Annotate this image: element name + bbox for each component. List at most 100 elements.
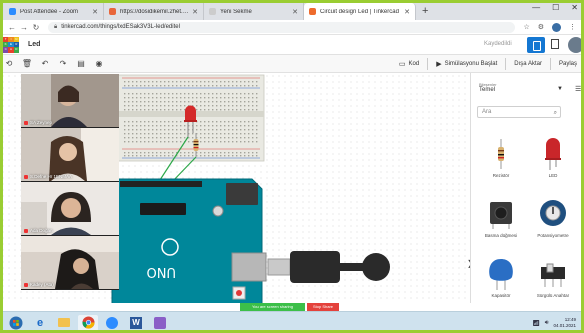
component-search-input[interactable]: Ara ⌕ [477,106,561,118]
code-label: Kod [408,61,420,67]
clock-date: 04.01.2021 [553,323,576,328]
participant-tile[interactable]: Ada Doğan [21,182,119,235]
pushbutton-icon [477,197,525,231]
search-placeholder: Ara [482,109,492,115]
simulate-label: Simülasyonu Başlat [444,61,498,67]
component-label: LED [548,173,558,178]
close-icon[interactable]: ✕ [192,8,198,16]
muted-mic-icon [24,120,28,125]
system-tray: 📶︎ 🔊︎ 12:49 04.01.2021 [532,312,576,333]
participant-tile[interactable]: S.Defne Hr 1ENMAA [21,128,119,181]
participant-tile[interactable]: SA Zeynep [21,74,119,127]
taskbar-app[interactable] [150,315,170,331]
menu-icon[interactable]: ⋮ [569,23,576,31]
component-slide-switch[interactable]: Sürgülü Anahtar [529,257,577,298]
blank-favicon-icon [209,8,216,15]
back-icon[interactable]: ← [6,23,18,32]
muted-mic-icon [24,282,28,287]
divider [427,58,429,70]
play-icon: ▶ [436,61,442,68]
taskbar-explorer[interactable] [54,315,74,331]
screen-share-bar: You are screen sharing Stop Share [240,303,340,311]
taskbar-ie[interactable]: e [30,315,50,331]
undo-icon[interactable]: ↶ [36,59,54,68]
forward-icon[interactable]: → [18,23,30,32]
close-icon[interactable]: ✕ [404,8,410,16]
new-tab-button[interactable]: + [422,3,428,20]
taskbar-chrome[interactable] [78,314,98,331]
tab-label: https://dosidikemil.2het.com/?? [120,8,190,15]
tinkercad-header: TIN KER CAD Led Kaydedildi [0,35,584,55]
component-potentiometer[interactable]: Potansiyometre [529,197,577,238]
minimize-icon[interactable]: — [532,3,540,12]
component-label: Rezistör [492,173,510,178]
start-button[interactable] [6,315,26,331]
code-icon: ▭ [398,61,406,68]
window-controls: — ☐ ✕ [532,3,578,12]
stop-share-button[interactable]: Stop Share [307,303,340,311]
chrome-icon [81,316,95,329]
component-label: Kapasitör [491,293,511,298]
circuit-view-button[interactable] [527,37,545,53]
close-icon[interactable]: ✕ [92,8,98,16]
filter-select[interactable]: Temel [479,87,495,93]
led-icon [529,137,577,171]
component-label: Basma düğmesi [484,233,518,238]
url-input[interactable]: 🔒︎ tinkercad.com/things/lxdESak3V3L-led/… [48,21,516,33]
rotate-icon[interactable]: ⟲ [0,59,18,68]
chevron-down-icon[interactable]: ▼ [557,86,563,92]
tab-tinkercad[interactable]: Circuit design Led | Tinkercad ✕ [304,3,416,20]
volume-icon[interactable]: 🔊︎ [545,320,549,327]
taskbar-word[interactable]: W [126,315,146,331]
saved-status: Kaydedildi [484,41,512,47]
video-call-gallery[interactable]: SA Zeynep S.Defne Hr 1ENMAA Ada Doğan Ka… [21,74,119,290]
user-avatar[interactable] [568,37,584,53]
participant-name: Kadey (Ata) [24,282,54,287]
close-icon[interactable]: ✕ [292,8,298,16]
star-icon[interactable]: ☆ [523,23,529,31]
participant-name: Ada Doğan [24,228,53,233]
tinkercad-favicon-icon [309,8,316,15]
project-title[interactable]: Led [28,41,40,48]
list-view-icon[interactable]: ☰ [575,85,581,93]
component-label: Potansiyometre [537,233,569,238]
muted-mic-icon [24,174,28,179]
maximize-icon[interactable]: ☐ [552,3,559,12]
component-label: Sürgülü Anahtar [536,293,570,298]
editor-toolbar: ⟲ 🗑︎ ↶ ↷ ▤ ◉ ▭ Kod ▶ Simülasyonu Başlat … [0,55,584,73]
component-resistor[interactable]: Rezistör [477,137,525,178]
extensions-icon[interactable]: ⚙ [538,23,544,31]
tab-link[interactable]: https://dosidikemil.2het.com/?? ✕ [104,3,204,20]
share-button[interactable]: Paylaş [556,61,580,67]
component-capacitor[interactable]: Kapasitör [477,257,525,298]
code-button[interactable]: ▭ Kod [396,60,422,68]
component-led[interactable]: LED [529,137,577,178]
potentiometer-icon [529,197,577,231]
share-label: Paylaş [558,61,577,67]
redo-icon[interactable]: ↷ [54,59,72,68]
delete-icon[interactable]: 🗑︎ [18,59,36,68]
start-simulation-button[interactable]: ▶ Simülasyonu Başlat [433,60,500,68]
participant-tile[interactable]: Kadey (Ata) [21,236,119,289]
tab-zoom[interactable]: Post Attendee - Zoom ✕ [4,3,104,20]
taskbar-zoom[interactable] [102,315,122,331]
tab-new[interactable]: Yeni Sekme ✕ [204,3,304,20]
component-list-icon[interactable] [551,39,559,49]
network-icon[interactable]: 📶︎ [532,320,540,327]
lock-icon: 🔒︎ [54,23,58,30]
uno-mark: UNO [147,264,176,279]
arduino-board[interactable]: UNO [111,178,267,303]
visibility-icon[interactable]: ◉ [90,59,108,68]
close-window-icon[interactable]: ✕ [571,3,578,12]
export-label: Dışa Aktar [514,61,542,67]
component-pushbutton[interactable]: Basma düğmesi [477,197,525,238]
zoom-icon [106,316,118,329]
clock[interactable]: 12:49 04.01.2021 [553,317,576,329]
tab-label: Circuit design Led | Tinkercad [320,8,399,15]
notes-icon[interactable]: ▤ [72,59,90,68]
export-button[interactable]: Dışa Aktar [511,61,545,67]
reload-icon[interactable]: ↻ [30,23,42,32]
tinkercad-logo[interactable]: TIN KER CAD [3,36,19,53]
profile-avatar[interactable] [552,22,561,32]
usb-cable[interactable] [267,251,390,283]
